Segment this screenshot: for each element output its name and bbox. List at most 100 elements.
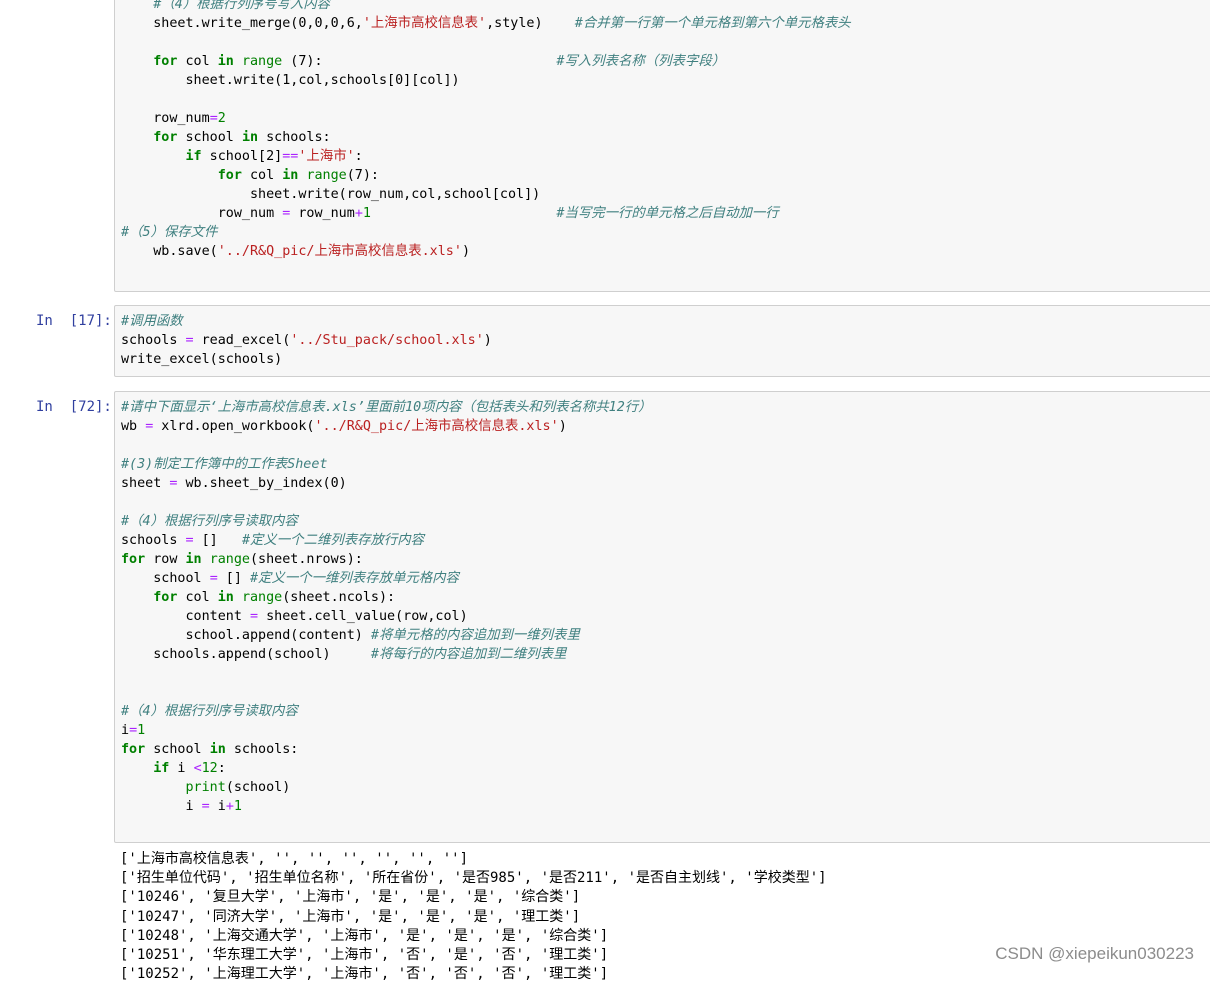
code-token: : bbox=[354, 149, 363, 164]
code-token: i bbox=[121, 799, 202, 814]
code-token: #调用函数 bbox=[121, 314, 183, 329]
code-token: for bbox=[217, 168, 242, 183]
code-line: if school[2]=='上海市': bbox=[121, 147, 851, 166]
code-token: #（4）根据行列序号读取内容 bbox=[121, 704, 298, 719]
code-token: = bbox=[209, 571, 218, 586]
code-line: for col in range(sheet.ncols): bbox=[121, 588, 652, 607]
code-token: schools bbox=[121, 333, 186, 348]
code-token: wb.save( bbox=[121, 244, 218, 259]
code-line: for col in range (7): #写入列表名称（列表字段） bbox=[121, 52, 851, 71]
code-token: < bbox=[193, 761, 202, 776]
code-token: sheet.write_merge(0,0,0,6, bbox=[121, 16, 363, 31]
code-line: #(3)制定工作簿中的工作表Sheet bbox=[121, 455, 652, 474]
code-line: content = sheet.cell_value(row,col) bbox=[121, 607, 652, 626]
code-token: col bbox=[241, 168, 283, 183]
code-token: col bbox=[177, 590, 218, 605]
code-token: read_excel( bbox=[193, 333, 291, 348]
code-token: row_num bbox=[121, 111, 210, 126]
code-editor[interactable]: #（4）根据行列序号写入内容 sheet.write_merge(0,0,0,6… bbox=[121, 0, 851, 261]
code-line: if i <12: bbox=[121, 759, 652, 778]
code-line: for col in range(7): bbox=[121, 166, 851, 185]
code-token: wb.sheet_by_index(0) bbox=[177, 476, 347, 491]
code-token: schools: bbox=[258, 130, 331, 145]
code-token: range bbox=[241, 590, 283, 605]
code-line: schools.append(school) #将每行的内容追加到二维列表里 bbox=[121, 645, 652, 664]
code-token: school bbox=[121, 571, 210, 586]
code-token: schools.append(school) bbox=[121, 647, 371, 662]
code-line: sheet.write(1,col,schools[0][col]) bbox=[121, 71, 851, 90]
code-token: range bbox=[209, 552, 250, 567]
cell-output: ['上海市高校信息表', '', '', '', '', '', ''] ['招生… bbox=[120, 850, 827, 984]
code-cell-17[interactable]: In [17]: #调用函数 schools = read_excel('../S… bbox=[0, 305, 1210, 377]
code-line: i = i+1 bbox=[121, 797, 652, 816]
code-editor[interactable]: #请中下面显示‘上海市高校信息表.xls’里面前10项内容（包括表头和列表名称共… bbox=[121, 398, 652, 816]
code-line: sheet.write_merge(0,0,0,6,'上海市高校信息表',sty… bbox=[121, 14, 851, 33]
code-token: range bbox=[306, 168, 347, 183]
output-line: ['10246', '复旦大学', '上海市', '是', '是', '是', … bbox=[120, 889, 581, 906]
code-token: i bbox=[169, 761, 194, 776]
code-cell-save[interactable]: #（4）根据行列序号写入内容 sheet.write_merge(0,0,0,6… bbox=[0, 0, 1210, 292]
code-token: '上海市高校信息表' bbox=[362, 16, 487, 31]
code-token: school.append(content) bbox=[121, 628, 371, 643]
code-token: + bbox=[354, 206, 363, 221]
code-line: i=1 bbox=[121, 721, 652, 740]
code-token: for bbox=[153, 130, 178, 145]
code-line: sheet = wb.sheet_by_index(0) bbox=[121, 474, 652, 493]
code-token: + bbox=[225, 799, 234, 814]
code-token: sheet.cell_value(row,col) bbox=[258, 609, 468, 624]
code-token: for bbox=[121, 552, 146, 567]
code-line: #（5）保存文件 bbox=[121, 223, 851, 242]
output-line: ['10247', '同济大学', '上海市', '是', '是', '是', … bbox=[120, 908, 581, 925]
code-editor[interactable]: #调用函数 schools = read_excel('../Stu_pack/s… bbox=[121, 312, 492, 369]
code-token: '../Stu_pack/school.xls' bbox=[290, 333, 484, 348]
code-token: '../R&Q_pic/上海市高校信息表.xls' bbox=[217, 244, 462, 259]
output-line: ['10248', '上海交通大学', '上海市', '是', '是', '是'… bbox=[120, 927, 609, 944]
code-token: #（4）根据行列序号写入内容 bbox=[153, 0, 331, 12]
code-line: row_num = row_num+1 #当写完一行的单元格之后自动加一行 bbox=[121, 204, 851, 223]
code-input-area[interactable]: #调用函数 schools = read_excel('../Stu_pack/s… bbox=[114, 305, 1210, 377]
code-token: 12 bbox=[201, 761, 218, 776]
code-token: in bbox=[209, 742, 226, 757]
code-token: print bbox=[185, 780, 226, 795]
code-line: write_excel(schools) bbox=[121, 350, 492, 369]
code-token: in bbox=[282, 168, 299, 183]
code-token: #(3)制定工作簿中的工作表Sheet bbox=[121, 457, 328, 472]
code-token: (sheet.ncols): bbox=[282, 590, 396, 605]
code-line: wb.save('../R&Q_pic/上海市高校信息表.xls') bbox=[121, 242, 851, 261]
code-token: #将每行的内容追加到二维列表里 bbox=[370, 647, 567, 662]
code-token: [] bbox=[217, 571, 250, 586]
code-line: row_num=2 bbox=[121, 109, 851, 128]
code-token: #定义一个二维列表存放行内容 bbox=[241, 533, 425, 548]
code-token: #写入列表名称（列表字段） bbox=[556, 54, 726, 69]
code-token: schools: bbox=[225, 742, 299, 757]
code-token: #将单元格的内容追加到一维列表里 bbox=[370, 628, 580, 643]
code-line: schools = [] #定义一个二维列表存放行内容 bbox=[121, 531, 652, 550]
code-cell-72[interactable]: In [72]: #请中下面显示‘上海市高校信息表.xls’里面前10项内容（包… bbox=[0, 391, 1210, 843]
code-line: #（4）根据行列序号写入内容 bbox=[121, 0, 851, 14]
code-token: #合并第一行第一个单元格到第六个单元格表头 bbox=[574, 16, 851, 31]
code-line: school.append(content) #将单元格的内容追加到一维列表里 bbox=[121, 626, 652, 645]
code-token: : bbox=[217, 761, 226, 776]
code-token: school[2] bbox=[201, 149, 283, 164]
code-token: school bbox=[177, 130, 242, 145]
code-input-area[interactable]: #请中下面显示‘上海市高校信息表.xls’里面前10项内容（包括表头和列表名称共… bbox=[114, 391, 1210, 843]
code-token: schools bbox=[121, 533, 186, 548]
code-token: write_excel(schools) bbox=[121, 352, 283, 367]
code-line: for school in schools: bbox=[121, 128, 851, 147]
watermark: CSDN @xiepeikun030223 bbox=[993, 944, 1196, 964]
code-token: sheet.write(row_num,col,school[col]) bbox=[121, 187, 541, 202]
code-input-area[interactable]: #（4）根据行列序号写入内容 sheet.write_merge(0,0,0,6… bbox=[114, 0, 1210, 292]
